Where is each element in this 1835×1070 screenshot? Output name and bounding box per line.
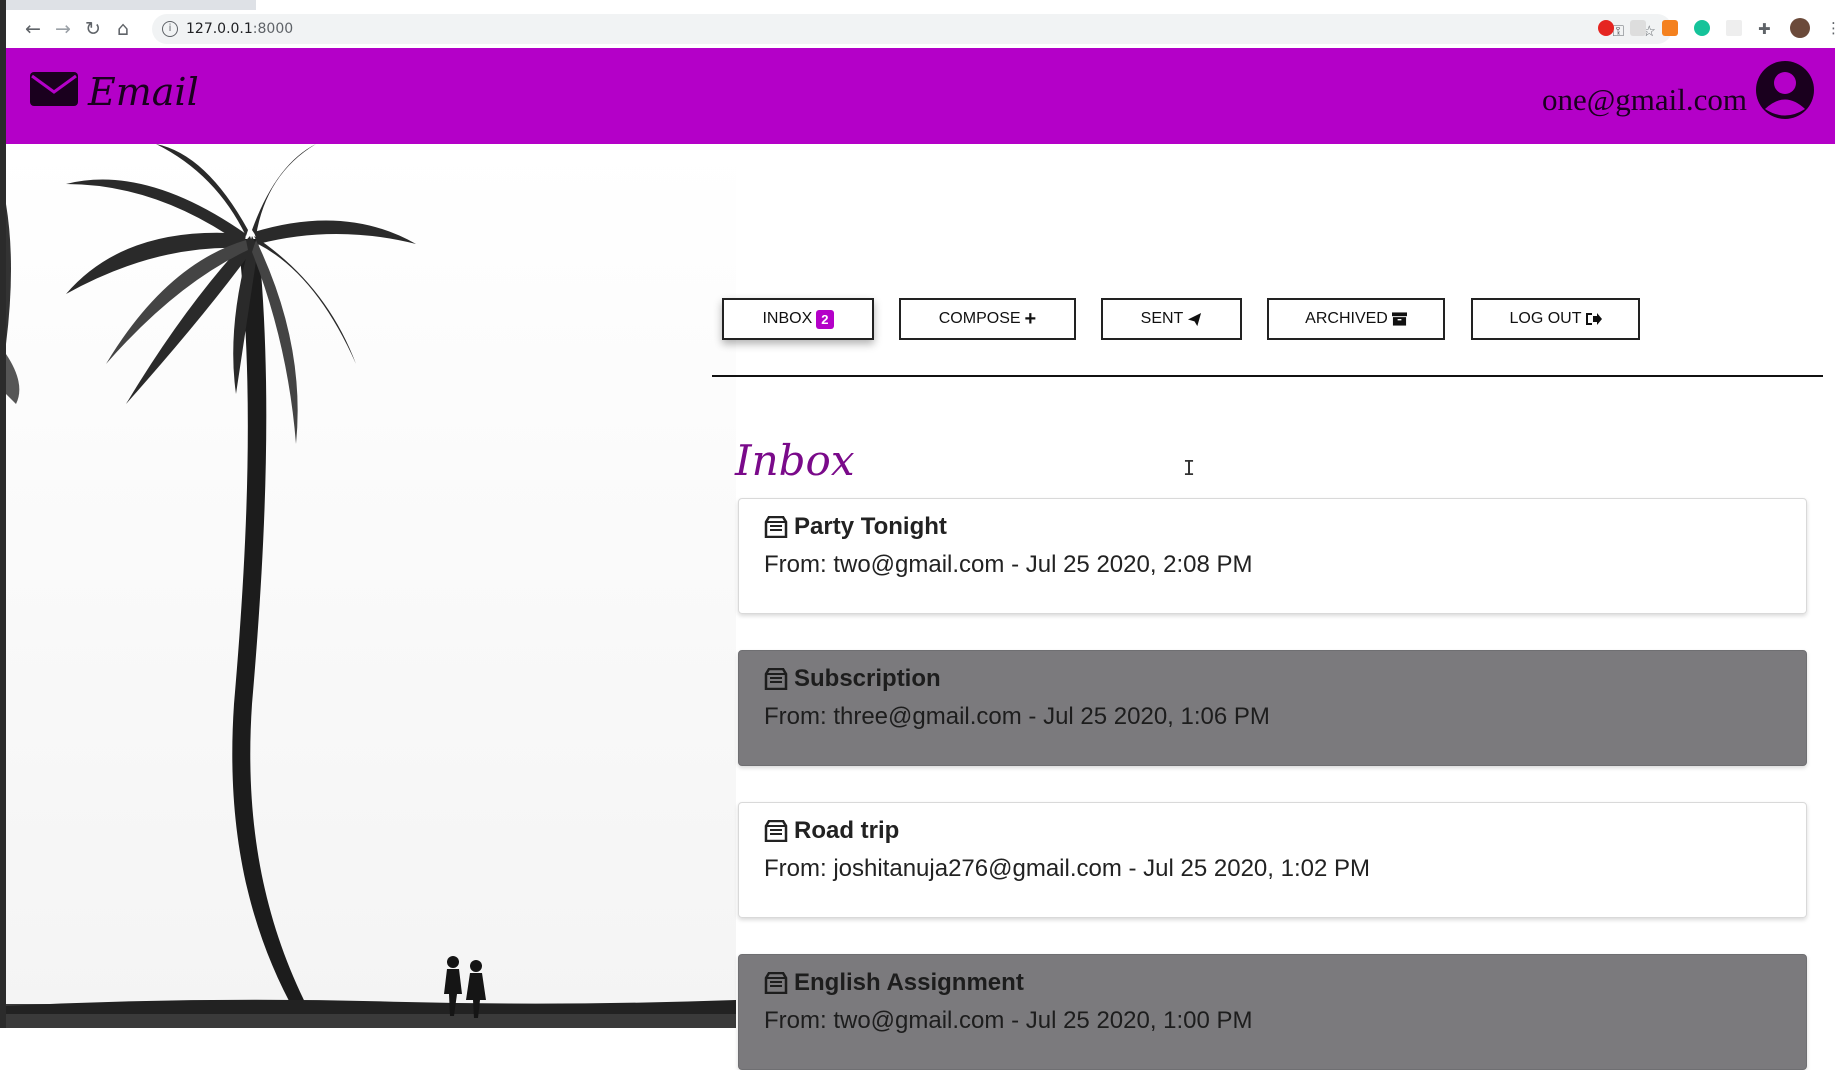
active-tab[interactable]	[256, 0, 1835, 10]
inbox-label: INBOX	[762, 310, 813, 327]
app-header: Email one@gmail.com	[6, 48, 1835, 144]
tab-strip	[6, 0, 1835, 10]
email-subject: Party Tonight	[794, 513, 947, 540]
profile-avatar-icon[interactable]	[1790, 18, 1810, 38]
logout-label: LOG OUT	[1509, 310, 1582, 327]
mailbox-icon	[764, 972, 788, 994]
email-subject: Road trip	[794, 817, 900, 844]
sent-button[interactable]: SENT	[1101, 298, 1242, 340]
unread-count-badge: 2	[816, 309, 834, 329]
email-subject-row: Party Tonight	[764, 513, 1781, 541]
home-icon[interactable]: ⌂	[110, 16, 136, 42]
plus-icon: +	[1024, 308, 1037, 330]
metamask-extension-icon[interactable]	[1662, 20, 1678, 36]
sent-label: SENT	[1140, 310, 1184, 327]
site-info-icon[interactable]: i	[162, 21, 178, 37]
blank-extension-icon[interactable]	[1726, 20, 1742, 36]
url-port: :8000	[252, 21, 294, 37]
address-bar[interactable]: i 127.0.0.1:8000 ⚿ ☆	[152, 14, 1672, 44]
compose-button[interactable]: COMPOSE +	[899, 298, 1076, 340]
key-icon[interactable]: ⚿	[1613, 22, 1624, 40]
email-meta: From: two@gmail.com - Jul 25 2020, 1:00 …	[764, 1007, 1253, 1034]
mailbox-icon	[764, 668, 788, 690]
email-meta: From: two@gmail.com - Jul 25 2020, 2:08 …	[764, 551, 1253, 578]
browser-toolbar: ← → ↻ ⌂ i 127.0.0.1:8000 ⚿ ☆ ✚ ⋮	[6, 10, 1835, 49]
url-text: 127.0.0.1:8000	[186, 21, 293, 37]
logout-button[interactable]: LOG OUT	[1471, 298, 1640, 340]
user-email: one@gmail.com	[1541, 82, 1747, 117]
puzzle-icon[interactable]: ✚	[1758, 20, 1771, 38]
archived-button[interactable]: ARCHIVED	[1267, 298, 1445, 340]
compose-label: COMPOSE	[938, 310, 1021, 327]
user-avatar-icon[interactable]	[1755, 60, 1815, 120]
forward-icon[interactable]: →	[50, 16, 76, 42]
email-meta: From: joshitanuja276@gmail.com - Jul 25 …	[764, 855, 1370, 882]
envelope-icon	[30, 72, 78, 106]
mailbox-icon	[764, 820, 788, 842]
email-subject: Subscription	[794, 665, 941, 692]
back-icon[interactable]: ←	[20, 16, 46, 42]
email-subject-row: Road trip	[764, 817, 1781, 845]
inbox-button[interactable]: INBOX 2	[722, 298, 874, 340]
email-subject-row: Subscription	[764, 665, 1781, 693]
archive-box-icon	[1391, 312, 1407, 326]
paper-plane-icon	[1188, 312, 1202, 326]
email-item[interactable]: English Assignment From: two@gmail.com -…	[738, 954, 1807, 1070]
cast-extension-icon[interactable]	[1630, 20, 1646, 36]
menu-icon[interactable]: ⋮	[1826, 19, 1835, 37]
palm-tree-background-image	[6, 144, 736, 1028]
mailbox-icon	[764, 516, 788, 538]
divider	[712, 375, 1823, 377]
brand-title[interactable]: Email	[88, 70, 199, 114]
url-host: 127.0.0.1	[186, 21, 253, 37]
email-item[interactable]: Party Tonight From: two@gmail.com - Jul …	[738, 498, 1807, 614]
reload-icon[interactable]: ↻	[80, 16, 106, 42]
email-item[interactable]: Road trip From: joshitanuja276@gmail.com…	[738, 802, 1807, 918]
page-title: Inbox	[735, 436, 855, 485]
grammarly-extension-icon[interactable]	[1694, 20, 1710, 36]
email-subject: English Assignment	[794, 969, 1024, 996]
email-meta: From: three@gmail.com - Jul 25 2020, 1:0…	[764, 703, 1270, 730]
email-subject-row: English Assignment	[764, 969, 1781, 997]
sign-out-icon	[1585, 313, 1602, 325]
opera-extension-icon[interactable]	[1598, 20, 1614, 36]
email-item[interactable]: Subscription From: three@gmail.com - Jul…	[738, 650, 1807, 766]
archived-label: ARCHIVED	[1305, 310, 1388, 327]
text-cursor: I	[1183, 456, 1196, 480]
